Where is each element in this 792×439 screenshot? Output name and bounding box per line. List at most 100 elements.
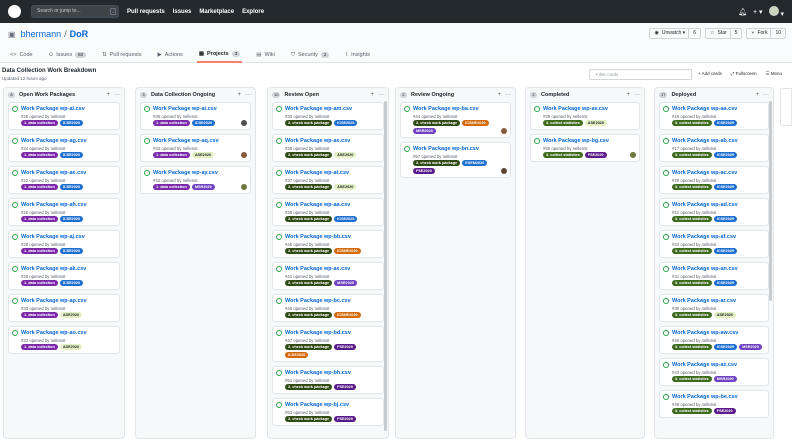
label-badge[interactable]: 2. check work package	[285, 216, 333, 222]
label-badge[interactable]: ASE2020	[334, 152, 357, 158]
label-badge[interactable]: ICSE2020	[713, 120, 738, 126]
issue-card[interactable]: · Work Package wp-bb.csv #45 opened by nel…	[272, 230, 384, 258]
label-badge[interactable]: 3. collect statistics	[672, 184, 712, 190]
card-title-link[interactable]: Work Package wp-ae.csv	[21, 170, 116, 177]
star-count[interactable]: 5	[729, 29, 737, 38]
issue-card[interactable]: · Work Package wp-bd.csv #47 opened by nel…	[272, 326, 384, 362]
label-badge[interactable]: ICSE2020	[59, 280, 84, 286]
add-card-icon[interactable]: +	[755, 92, 759, 98]
label-badge[interactable]: 1. data collection	[21, 344, 58, 350]
issue-card[interactable]: · Work Package wp-af.csv #23 opened by nel…	[659, 230, 769, 258]
card-title-link[interactable]: Work Package wp-ad.csv	[672, 202, 765, 209]
issue-card[interactable]: · Work Package wp-ab.csv #17 opened by nel…	[659, 134, 769, 162]
label-badge[interactable]: MSR2020	[191, 184, 215, 190]
issue-card[interactable]: · Work Package wp-ao.csv #32 opened by nel…	[8, 326, 120, 354]
label-badge[interactable]: 2. check work package	[285, 416, 333, 422]
label-badge[interactable]: 3. collect statistics	[672, 216, 712, 222]
label-badge[interactable]: 1. data collection	[21, 312, 58, 318]
label-badge[interactable]: ICSE2020	[713, 152, 738, 158]
repo-owner-link[interactable]: bhermann	[21, 29, 62, 39]
label-badge[interactable]: ICSE2020	[191, 120, 216, 126]
label-badge[interactable]: 3. collect statistics	[672, 376, 712, 382]
column-scrollbar[interactable]	[769, 101, 772, 301]
issue-card[interactable]: · Work Package wp-ah.csv #26 opened by nel…	[8, 198, 120, 226]
label-badge[interactable]: ICSE2020	[713, 184, 738, 190]
issue-card[interactable]: · Work Package wp-aa.csv #38 opened by nel…	[272, 198, 384, 226]
issue-card[interactable]: · Work Package wp-ae.csv #22 opened by nel…	[8, 166, 120, 194]
label-badge[interactable]: 3. collect statistics	[672, 248, 712, 254]
card-title-link[interactable]: Work Package wp-bb.csv	[285, 234, 380, 241]
column-menu-icon[interactable]: ···	[634, 92, 640, 98]
issue-card[interactable]: · Work Package wp-ad.csv #21 opened by nel…	[659, 198, 769, 226]
label-badge[interactable]: 1. data collection	[153, 120, 190, 126]
column-menu-icon[interactable]: ···	[378, 92, 384, 98]
tab-issues[interactable]: ⊙ Issues 60	[47, 47, 89, 63]
assignee-avatar[interactable]	[241, 184, 247, 190]
card-title-link[interactable]: Work Package wp-ac.csv	[672, 170, 765, 177]
tab-projects[interactable]: ▦ Projects 3	[196, 47, 243, 63]
issue-card[interactable]: · Work Package wp-am.csv #30 opened by nel…	[272, 102, 384, 130]
label-badge[interactable]: ICSE2020	[713, 280, 738, 286]
issue-card[interactable]: · Work Package wp-ap.csv #33 opened by nel…	[8, 294, 120, 322]
issue-card[interactable]: · Work Package wp-be.csv #48 opened by nel…	[659, 390, 769, 418]
assignee-avatar[interactable]	[241, 120, 247, 126]
label-badge[interactable]: 2. check work package	[285, 184, 333, 190]
column-menu-icon[interactable]: ···	[114, 92, 120, 98]
label-badge[interactable]: 3. collect statistics	[672, 344, 712, 350]
card-title-link[interactable]: Work Package wp-al.csv	[21, 106, 116, 113]
card-title-link[interactable]: Work Package wp-af.csv	[672, 234, 765, 241]
label-badge[interactable]: FSE2020	[713, 408, 736, 414]
label-badge[interactable]: ICSE2020	[713, 216, 738, 222]
tab-pull-requests[interactable]: ⇅ Pull requests	[100, 47, 143, 63]
issue-card[interactable]: · Work Package wp-al.csv #25 opened by nel…	[8, 102, 120, 130]
card-title-link[interactable]: Work Package wp-an.csv	[672, 266, 765, 273]
label-badge[interactable]: ASE2020	[713, 312, 737, 318]
issue-card[interactable]: · Work Package wp-ai.csv #36 opened by nel…	[140, 102, 251, 130]
label-badge[interactable]: ICSE2020	[59, 120, 84, 126]
label-badge[interactable]: ICSME2020	[334, 248, 361, 254]
fork-button[interactable]: ⑂ Fork 10	[746, 28, 786, 39]
notification-bell-icon[interactable]: 🔔︎	[738, 8, 747, 16]
label-badge[interactable]: 2. check work package	[285, 120, 333, 126]
label-badge[interactable]: 1. data collection	[21, 216, 58, 222]
label-badge[interactable]: ICSE2020	[713, 344, 738, 350]
label-badge[interactable]: 3. collect statistics	[672, 152, 712, 158]
issue-card[interactable]: · Work Package wp-aq.csv #34 opened by nel…	[140, 134, 251, 162]
card-title-link[interactable]: Work Package wp-aa.csv	[672, 106, 765, 113]
add-card-icon[interactable]: +	[626, 92, 630, 98]
card-title-link[interactable]: Work Package wp-ba.csv	[413, 106, 507, 113]
label-badge[interactable]: 2. check work package	[285, 280, 333, 286]
card-title-link[interactable]: Work Package wp-ar.csv	[672, 298, 765, 305]
card-title-link[interactable]: Work Package wp-be.csv	[672, 394, 765, 401]
issue-card[interactable]: · Work Package wp-ay.csv #42 opened by nel…	[140, 166, 251, 194]
label-badge[interactable]: 3. collect statistics	[672, 120, 712, 126]
fullscreen-button[interactable]: ⤢ Fullscreen	[731, 71, 757, 77]
card-title-link[interactable]: Work Package wp-bg.csv	[543, 138, 636, 145]
label-badge[interactable]: 2. check work package	[285, 248, 333, 254]
label-badge[interactable]: 1. data collection	[21, 280, 58, 286]
issue-card[interactable]: · Work Package wp-ar.csv #35 opened by nel…	[659, 294, 769, 322]
label-badge[interactable]: 2. check work package	[285, 152, 333, 158]
label-badge[interactable]: ESEM2020	[462, 160, 488, 166]
card-title-link[interactable]: Work Package wp-am.csv	[285, 106, 380, 113]
label-badge[interactable]: ICSE2020	[59, 184, 84, 190]
nav-issues[interactable]: Issues	[173, 9, 192, 15]
star-button[interactable]: ☆ Star 5	[704, 28, 743, 39]
card-title-link[interactable]: Work Package wp-ai.csv	[153, 106, 247, 113]
nav-marketplace[interactable]: Marketplace	[199, 9, 234, 15]
label-badge[interactable]: 2. check work package	[285, 344, 333, 350]
card-title-link[interactable]: Work Package wp-aw.csv	[672, 330, 765, 337]
add-cards-button[interactable]: + Add cards	[698, 71, 722, 77]
label-badge[interactable]: ICSE2020	[59, 216, 84, 222]
filter-cards-input[interactable]: Filter cards	[589, 69, 692, 80]
issue-card[interactable]: · Work Package wp-at.csv #37 opened by nel…	[272, 166, 384, 194]
label-badge[interactable]: ICSE2020	[59, 152, 84, 158]
tab-code[interactable]: <> Code	[8, 47, 35, 63]
column-scrollbar[interactable]	[384, 101, 387, 431]
label-badge[interactable]: FSE2020	[334, 416, 356, 422]
label-badge[interactable]: 3. collect statistics	[672, 280, 712, 286]
label-badge[interactable]: FSE2020	[334, 344, 356, 350]
label-badge[interactable]: MSR2020	[334, 280, 358, 286]
issue-card[interactable]: · Work Package wp-bh.csv #51 opened by nel…	[272, 366, 384, 394]
label-badge[interactable]: ASE2020	[59, 344, 83, 350]
